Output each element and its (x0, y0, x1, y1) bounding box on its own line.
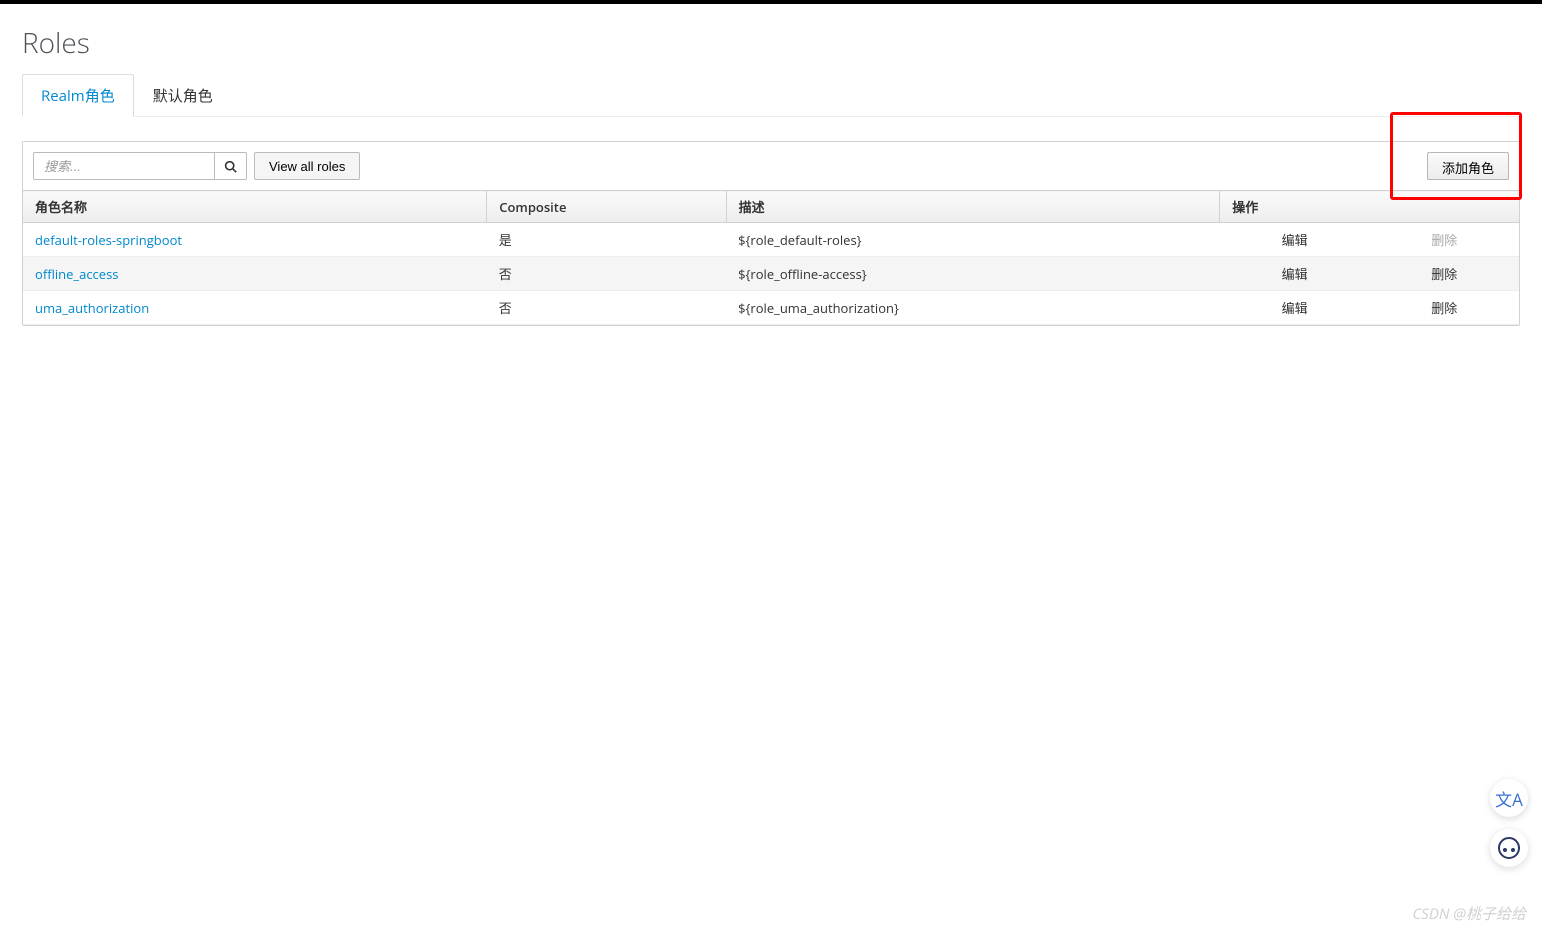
delete-button[interactable]: 删除 (1369, 257, 1519, 291)
add-role-wrap: 添加角色 (1427, 152, 1509, 180)
toolbar: View all roles 添加角色 (23, 142, 1519, 190)
search-icon (224, 160, 237, 173)
view-all-roles-button[interactable]: View all roles (254, 152, 360, 180)
translate-float-button[interactable]: 文A (1490, 779, 1528, 817)
add-role-button[interactable]: 添加角色 (1427, 152, 1509, 180)
table-header-row: 角色名称 Composite 描述 操作 (23, 191, 1519, 223)
delete-button[interactable]: 删除 (1369, 291, 1519, 325)
tab-default-roles[interactable]: 默认角色 (134, 74, 232, 117)
table-row: default-roles-springboot 是 ${role_defaul… (23, 223, 1519, 257)
edit-button[interactable]: 编辑 (1220, 257, 1370, 291)
edit-button[interactable]: 编辑 (1220, 291, 1370, 325)
edit-button[interactable]: 编辑 (1220, 223, 1370, 257)
assistant-face-icon (1498, 837, 1520, 859)
search-button[interactable] (214, 153, 246, 179)
header-description: 描述 (726, 191, 1220, 223)
header-name: 角色名称 (23, 191, 487, 223)
header-composite: Composite (487, 191, 726, 223)
tab-realm-roles[interactable]: Realm角色 (22, 74, 134, 117)
table-row: uma_authorization 否 ${role_uma_authoriza… (23, 291, 1519, 325)
main-container: Roles Realm角色 默认角色 View all roles 添加角色 (0, 4, 1542, 346)
assistant-float-button[interactable] (1490, 829, 1528, 867)
cell-composite: 是 (487, 223, 726, 257)
cell-description: ${role_default-roles} (726, 223, 1220, 257)
header-operations: 操作 (1220, 191, 1519, 223)
cell-description: ${role_offline-access} (726, 257, 1220, 291)
table-row: offline_access 否 ${role_offline-access} … (23, 257, 1519, 291)
search-input[interactable] (34, 153, 214, 179)
roles-table: 角色名称 Composite 描述 操作 default-roles-sprin… (23, 190, 1519, 325)
role-link[interactable]: default-roles-springboot (35, 231, 182, 249)
cell-description: ${role_uma_authorization} (726, 291, 1220, 325)
translate-icon: 文A (1495, 786, 1523, 811)
table-panel: View all roles 添加角色 角色名称 Composite 描述 操作… (22, 141, 1520, 326)
page-title: Roles (22, 24, 1520, 62)
role-link[interactable]: uma_authorization (35, 299, 149, 317)
cell-composite: 否 (487, 291, 726, 325)
watermark: CSDN @桃子给给 (1412, 903, 1526, 924)
tabs: Realm角色 默认角色 (22, 74, 1520, 117)
search-group (33, 152, 247, 180)
delete-button: 删除 (1369, 223, 1519, 257)
cell-composite: 否 (487, 257, 726, 291)
role-link[interactable]: offline_access (35, 265, 118, 283)
